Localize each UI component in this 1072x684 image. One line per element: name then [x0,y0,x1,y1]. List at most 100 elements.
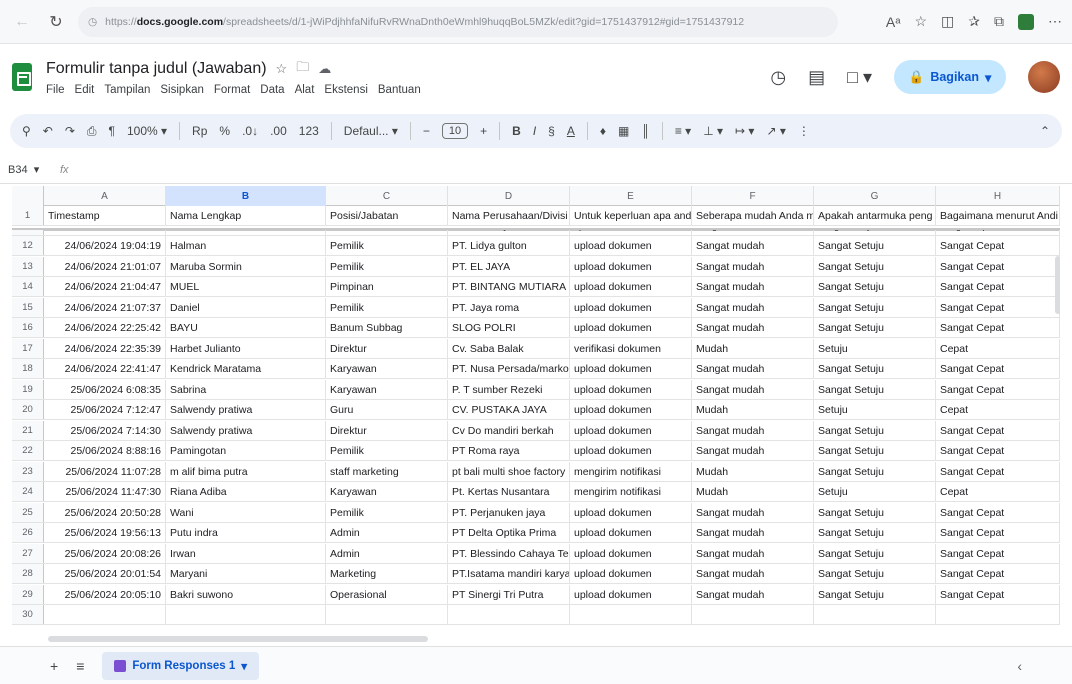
table-cell[interactable]: Sangat Setuju [814,584,936,605]
table-cell[interactable]: 25/06/2024 19:56:13 [44,523,166,543]
table-row[interactable]: 19 25/06/2024 6:08:35 Sabrina Karyawan P. T … [12,379,1060,400]
table-cell[interactable]: Sangat Cepat [936,441,1060,461]
row-number[interactable]: 25 [12,502,44,522]
meet-icon[interactable]: □ ▾ [847,67,872,88]
table-cell[interactable]: PT. Lidya gulton [448,236,570,256]
row-number[interactable]: 1 [12,206,44,225]
table-cell[interactable]: Sangat Setuju [814,277,936,297]
table-cell[interactable]: upload dokumen [570,400,692,420]
table-cell[interactable]: 25/06/2024 7:14:30 [44,420,166,441]
font-size-increase-button[interactable]: + [480,124,487,138]
borders-icon[interactable]: ▦ [618,124,629,138]
table-row[interactable]: 13 24/06/2024 21:01:07 Maruba Sormin Pemili… [12,256,1060,277]
menu-view[interactable]: Tampilan [104,84,150,96]
add-sheet-button[interactable]: + [50,658,58,674]
table-cell[interactable]: Cepat [936,482,1060,502]
paint-format-icon[interactable]: ¶ [109,124,115,138]
table-cell[interactable]: mengirim notifikasi [570,461,692,482]
row-number[interactable]: 24 [12,482,44,501]
table-cell[interactable]: mengirim notifikasi [570,482,692,502]
table-cell[interactable]: 25/06/2024 6:08:35 [44,379,166,400]
history-icon[interactable]: ◷ [770,67,786,88]
row-number[interactable]: 30 [12,605,44,624]
table-cell[interactable]: Mudah [692,482,814,502]
table-cell[interactable]: Sangat Cepat [936,523,1060,543]
menu-extensions[interactable]: Ekstensi [324,84,367,96]
more-menu-icon[interactable]: ⋯ [1048,13,1062,30]
table-cell[interactable]: PT.Isatama mandiri karya [448,564,570,584]
table-cell[interactable]: Admin [326,543,448,564]
table-cell[interactable]: Sangat Cepat [936,256,1060,277]
italic-button[interactable]: I [533,124,536,138]
table-cell[interactable]: Nama Lengkap [166,206,326,226]
table-cell[interactable]: pt bali multi shoe factory [448,461,570,482]
table-cell[interactable]: Sangat mudah [692,256,814,277]
vertical-scrollbar[interactable] [1055,256,1060,314]
percent-format-button[interactable]: % [219,124,230,138]
table-cell[interactable]: Pemilik [326,441,448,461]
table-cell[interactable]: Bakri suwono [166,584,326,605]
table-cell[interactable]: Sangat Cepat [936,297,1060,318]
share-button[interactable]: 🔒 Bagikan ▾ [894,60,1006,94]
table-cell[interactable]: Sangat Cepat [936,236,1060,256]
comments-icon[interactable]: ▤ [808,67,825,88]
table-cell[interactable]: Seberapa mudah Anda m [692,206,814,226]
favorite-star-icon[interactable]: ☆ [914,13,927,30]
table-row[interactable]: 16 24/06/2024 22:25:42 BAYU Banum Subbag SLO… [12,318,1060,338]
table-cell[interactable]: Sangat Cepat [936,420,1060,441]
table-row[interactable]: 12 24/06/2024 19:04:19 Halman Pemilik PT. Li… [12,236,1060,256]
table-row[interactable]: 24 25/06/2024 11:47:30 Riana Adiba Karyawan… [12,482,1060,502]
table-cell[interactable]: Karyawan [326,482,448,502]
vertical-align-icon[interactable]: ⊥ ▾ [703,124,723,138]
undo-icon[interactable]: ↶ [43,124,53,138]
table-cell[interactable]: 25/06/2024 20:08:26 [44,543,166,564]
table-cell[interactable]: Sangat mudah [692,584,814,605]
collapse-side-icon[interactable]: ‹ [1017,658,1022,674]
table-cell[interactable]: Mudah [692,338,814,359]
table-cell[interactable]: 25/06/2024 11:07:28 [44,461,166,482]
menu-insert[interactable]: Sisipkan [160,84,203,96]
table-cell[interactable]: Pimpinan [326,277,448,297]
doc-title[interactable]: Formulir tanpa judul (Jawaban) [46,60,267,78]
table-cell[interactable] [692,605,814,625]
column-header-f[interactable]: F [692,186,814,206]
search-menus-icon[interactable]: ⚲ [22,124,31,138]
table-cell[interactable]: BAYU [166,318,326,338]
column-header-g[interactable]: G [814,186,936,206]
table-cell[interactable]: Sangat Setuju [814,236,936,256]
fill-color-icon[interactable]: ♦ [600,124,606,138]
table-cell[interactable]: Cv. Saba Balak [448,338,570,359]
table-row[interactable]: 22 25/06/2024 8:88:16 Pamingotan Pemilik PT … [12,441,1060,461]
table-cell[interactable]: Untuk keperluan apa anda [570,206,692,226]
decrease-decimal-button[interactable]: .0↓ [242,124,258,138]
table-cell[interactable]: verifikasi dokumen [570,338,692,359]
table-cell[interactable]: upload dokumen [570,318,692,338]
table-cell[interactable]: Sangat mudah [692,318,814,338]
text-wrap-icon[interactable]: ↦ ▾ [735,124,754,138]
table-cell[interactable]: 25/06/2024 20:05:10 [44,584,166,605]
currency-format-button[interactable]: Rp [192,124,207,138]
extension-icon[interactable] [1018,13,1034,30]
table-cell[interactable]: Sangat Setuju [814,379,936,400]
select-all-corner[interactable] [12,186,44,206]
read-aloud-icon[interactable]: Aᵃ [886,14,901,30]
table-cell[interactable]: MUEL [166,277,326,297]
table-row[interactable]: 23 25/06/2024 11:07:28 m alif bima putra st… [12,461,1060,482]
font-select[interactable]: Defaul... ▾ [344,124,398,138]
table-cell[interactable]: m alif bima putra [166,461,326,482]
font-size-input[interactable]: 10 [441,123,469,139]
table-cell[interactable]: Sangat Setuju [814,461,936,482]
table-cell[interactable]: Sangat Setuju [814,420,936,441]
table-cell[interactable]: Sangat Cepat [936,564,1060,584]
table-cell[interactable]: Sangat Setuju [814,523,936,543]
table-cell[interactable]: PT. Nusa Persada/marko [448,359,570,379]
table-cell[interactable] [936,605,1060,625]
table-cell[interactable]: Kendrick Maratama [166,359,326,379]
table-cell[interactable]: 24/06/2024 21:07:37 [44,297,166,318]
table-cell[interactable]: upload dokumen [570,543,692,564]
table-cell[interactable]: 25/06/2024 11:47:30 [44,482,166,502]
table-cell[interactable]: Wani [166,502,326,523]
table-cell[interactable]: Daniel [166,297,326,318]
menu-data[interactable]: Data [260,84,284,96]
table-cell[interactable] [814,605,936,625]
